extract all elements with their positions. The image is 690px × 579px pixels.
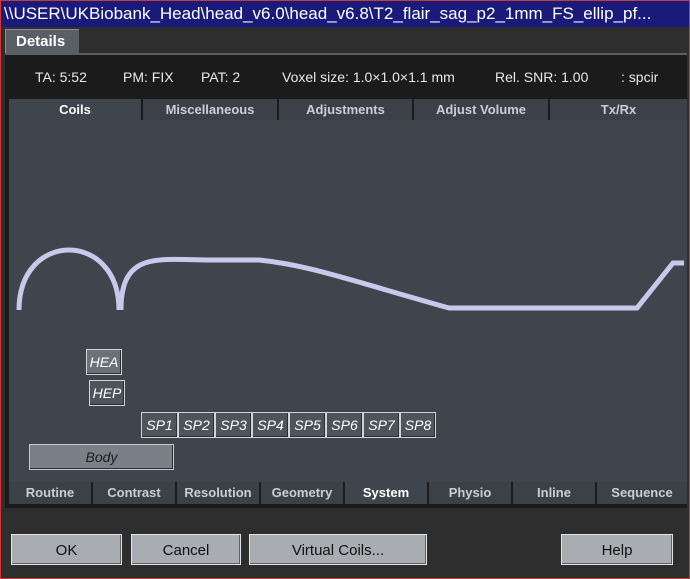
- details-dialog: \\USER\UKBiobank_Head\head_v6.0\head_v6.…: [0, 0, 690, 579]
- coil-sp2-button[interactable]: SP2: [178, 412, 215, 438]
- top-tab-strip: Coils Miscellaneous Adjustments Adjust V…: [9, 99, 687, 120]
- voxel-size-readout: Voxel size: 1.0×1.0×1.1 mm: [282, 69, 455, 85]
- sequence-readout: : spcir: [621, 69, 659, 85]
- pm-readout: PM: FIX: [123, 69, 174, 85]
- coil-sp7-button[interactable]: SP7: [363, 412, 400, 438]
- tab-miscellaneous[interactable]: Miscellaneous: [143, 99, 279, 120]
- coil-hea-button[interactable]: HEA: [86, 349, 122, 375]
- head-coil-outline: [16, 247, 122, 311]
- tab-contrast[interactable]: Contrast: [93, 482, 177, 504]
- coils-panel: HEA HEP SP1 SP2 SP3 SP4 SP5 SP6 SP7 SP8 …: [9, 120, 687, 482]
- info-bar: TA: 5:52 PM: FIX PAT: 2 Voxel size: 1.0×…: [11, 59, 681, 95]
- coil-hep-button[interactable]: HEP: [89, 380, 125, 406]
- tab-system[interactable]: System: [345, 482, 429, 504]
- tab-geometry[interactable]: Geometry: [261, 482, 345, 504]
- tab-adjustments[interactable]: Adjustments: [279, 99, 414, 120]
- ta-readout: TA: 5:52: [35, 69, 87, 85]
- coil-sp5-button[interactable]: SP5: [289, 412, 326, 438]
- cancel-button[interactable]: Cancel: [131, 534, 241, 565]
- tab-coils[interactable]: Coils: [9, 99, 143, 120]
- window-title: \\USER\UKBiobank_Head\head_v6.0\head_v6.…: [1, 1, 689, 27]
- bottom-tab-strip: Routine Contrast Resolution Geometry Sys…: [9, 482, 687, 504]
- coil-sp4-button[interactable]: SP4: [252, 412, 289, 438]
- tab-tx-rx[interactable]: Tx/Rx: [550, 99, 687, 120]
- coil-sp8-button[interactable]: SP8: [400, 412, 436, 438]
- tab-sequence[interactable]: Sequence: [597, 482, 687, 504]
- patient-table-outline: [118, 256, 684, 311]
- tab-routine[interactable]: Routine: [9, 482, 93, 504]
- details-tab[interactable]: Details: [5, 29, 79, 53]
- coil-sp3-button[interactable]: SP3: [215, 412, 252, 438]
- help-button[interactable]: Help: [561, 534, 673, 565]
- coil-body-button[interactable]: Body: [29, 444, 174, 470]
- tab-inline[interactable]: Inline: [513, 482, 597, 504]
- coil-sp6-button[interactable]: SP6: [326, 412, 363, 438]
- rel-snr-readout: Rel. SNR: 1.00: [495, 69, 589, 85]
- tab-adjust-volume[interactable]: Adjust Volume: [414, 99, 550, 120]
- tab-resolution[interactable]: Resolution: [177, 482, 261, 504]
- virtual-coils-button[interactable]: Virtual Coils...: [249, 534, 427, 565]
- tab-physio[interactable]: Physio: [429, 482, 513, 504]
- coil-sp1-button[interactable]: SP1: [141, 412, 178, 438]
- pat-readout: PAT: 2: [201, 69, 241, 85]
- ok-button[interactable]: OK: [11, 534, 122, 565]
